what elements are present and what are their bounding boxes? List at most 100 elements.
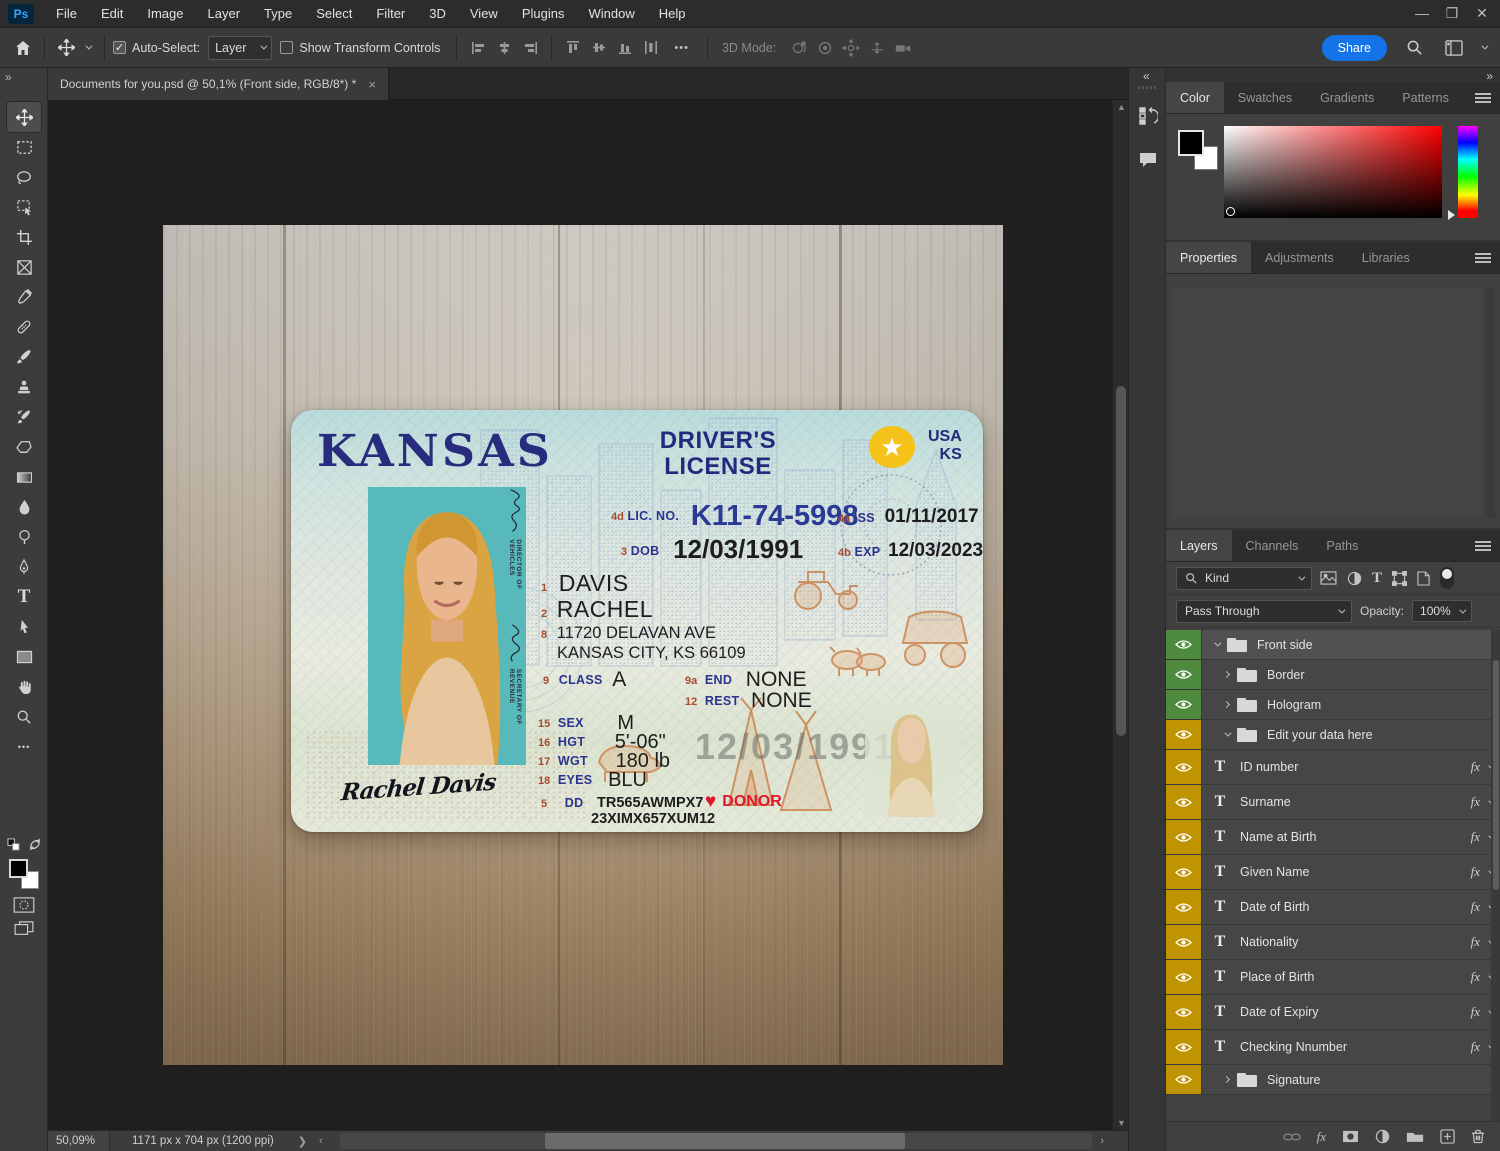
history-brush-tool[interactable] <box>7 402 41 432</box>
layer-row-place-of-birth[interactable]: T Place of Birth fx <box>1166 960 1500 995</box>
filter-adjustment-layers-icon[interactable] <box>1347 571 1362 586</box>
crop-tool[interactable] <box>7 222 41 252</box>
canvas-horizontal-scrollbar[interactable] <box>340 1133 1092 1149</box>
comments-panel-icon[interactable] <box>1129 143 1166 177</box>
expand-group-icon[interactable] <box>1222 1075 1231 1084</box>
rectangle-tool[interactable] <box>7 642 41 672</box>
eyedropper-tool[interactable] <box>7 282 41 312</box>
move-tool-icon[interactable] <box>53 35 79 61</box>
layer-effects-label[interactable]: fx <box>1471 969 1480 985</box>
dodge-tool[interactable] <box>7 522 41 552</box>
lasso-tool[interactable] <box>7 162 41 192</box>
visibility-toggle[interactable] <box>1166 995 1202 1029</box>
move-tool[interactable] <box>6 101 42 133</box>
filter-type-layers-icon[interactable]: T <box>1372 570 1382 587</box>
layer-row-checking-number[interactable]: T Checking Nnumber fx <box>1166 1030 1500 1065</box>
document-tab[interactable]: Documents for you.psd @ 50,1% (Front sid… <box>48 68 389 100</box>
menu-3d[interactable]: 3D <box>417 0 458 28</box>
scroll-down-icon[interactable]: ▼ <box>1117 1118 1126 1128</box>
layer-row-hologram[interactable]: Hologram <box>1166 690 1500 720</box>
menu-plugins[interactable]: Plugins <box>510 0 577 28</box>
history-panel-icon[interactable] <box>1129 99 1166 133</box>
home-icon[interactable] <box>10 35 36 61</box>
add-layer-style-icon[interactable]: fx <box>1317 1129 1326 1145</box>
visibility-toggle[interactable] <box>1166 660 1202 689</box>
layer-row-front-side[interactable]: Front side <box>1166 630 1500 660</box>
color-panel-menu-icon[interactable] <box>1475 96 1491 99</box>
search-icon[interactable] <box>1401 35 1427 61</box>
eraser-tool[interactable] <box>7 432 41 462</box>
layers-scrollbar[interactable] <box>1491 630 1500 1121</box>
color-picker-handle[interactable] <box>1226 207 1235 216</box>
filter-pixel-layers-icon[interactable] <box>1320 571 1337 585</box>
object-selection-tool[interactable] <box>7 192 41 222</box>
layer-effects-label[interactable]: fx <box>1471 934 1480 950</box>
new-adjustment-layer-icon[interactable] <box>1375 1129 1390 1144</box>
visibility-toggle[interactable] <box>1166 820 1202 854</box>
align-horizontal-centers-icon[interactable] <box>491 35 517 61</box>
scroll-up-icon[interactable]: ▲ <box>1117 102 1126 112</box>
workspace-switcher-icon[interactable] <box>1441 35 1467 61</box>
path-selection-tool[interactable] <box>7 612 41 642</box>
pen-tool[interactable] <box>7 552 41 582</box>
horizontal-scroll-thumb[interactable] <box>545 1133 905 1149</box>
tab-paths[interactable]: Paths <box>1312 530 1372 561</box>
layer-effects-label[interactable]: fx <box>1471 794 1480 810</box>
blend-mode-dropdown[interactable]: Pass Through <box>1176 599 1352 623</box>
screen-mode-icon[interactable] <box>14 921 34 937</box>
align-bottom-edges-icon[interactable] <box>612 35 638 61</box>
add-layer-mask-icon[interactable] <box>1342 1130 1359 1143</box>
layer-row-date-of-birth[interactable]: T Date of Birth fx <box>1166 890 1500 925</box>
distribute-horizontal-icon[interactable] <box>638 35 664 61</box>
tab-patterns[interactable]: Patterns <box>1388 82 1463 113</box>
foreground-background-swatches[interactable] <box>9 859 39 889</box>
show-transform-checkbox[interactable] <box>280 41 294 54</box>
marquee-tool[interactable] <box>7 132 41 162</box>
hue-slider[interactable] <box>1458 126 1478 218</box>
workspace-chevron-icon[interactable] <box>1481 42 1489 50</box>
layer-row-signature[interactable]: Signature <box>1166 1065 1500 1095</box>
layer-row-nationality[interactable]: T Nationality fx <box>1166 925 1500 960</box>
visibility-toggle[interactable] <box>1166 785 1202 819</box>
layer-row-surname[interactable]: T Surname fx <box>1166 785 1500 820</box>
menu-help[interactable]: Help <box>647 0 698 28</box>
align-vertical-centers-icon[interactable] <box>586 35 612 61</box>
color-panel-swatches[interactable] <box>1178 130 1218 170</box>
collapse-group-icon[interactable] <box>1224 729 1232 737</box>
tab-swatches[interactable]: Swatches <box>1224 82 1306 113</box>
menu-view[interactable]: View <box>458 0 510 28</box>
scroll-left-icon[interactable]: ‹ <box>319 1135 323 1147</box>
visibility-toggle[interactable] <box>1166 690 1202 719</box>
layer-effects-label[interactable]: fx <box>1471 1039 1480 1055</box>
visibility-toggle[interactable] <box>1166 1030 1202 1064</box>
align-top-edges-icon[interactable] <box>560 35 586 61</box>
align-right-edges-icon[interactable] <box>517 35 543 61</box>
edit-toolbar-icon[interactable]: ••• <box>7 732 41 762</box>
menu-select[interactable]: Select <box>304 0 364 28</box>
type-tool[interactable]: T <box>7 582 41 612</box>
layer-row-id-number[interactable]: T ID number fx <box>1166 750 1500 785</box>
tab-layers[interactable]: Layers <box>1166 530 1232 561</box>
layers-scroll-thumb[interactable] <box>1493 660 1499 890</box>
align-left-edges-icon[interactable] <box>465 35 491 61</box>
canvas-vertical-scrollbar[interactable]: ▲ ▼ <box>1112 100 1128 1130</box>
layer-effects-label[interactable]: fx <box>1471 829 1480 845</box>
properties-scrollbar[interactable] <box>1487 288 1495 518</box>
visibility-toggle[interactable] <box>1166 890 1202 924</box>
layer-effects-label[interactable]: fx <box>1471 864 1480 880</box>
menu-edit[interactable]: Edit <box>89 0 135 28</box>
layer-effects-label[interactable]: fx <box>1471 759 1480 775</box>
menu-type[interactable]: Type <box>252 0 304 28</box>
link-layers-icon[interactable] <box>1282 1132 1301 1142</box>
menu-window[interactable]: Window <box>576 0 646 28</box>
visibility-toggle[interactable] <box>1166 630 1202 659</box>
saturation-brightness-field[interactable] <box>1224 126 1442 218</box>
status-expand-icon[interactable]: ❯ <box>298 1135 307 1148</box>
panel-grip[interactable] <box>1138 86 1156 89</box>
close-window-button[interactable]: ✕ <box>1474 5 1490 22</box>
collapse-panels-icon[interactable]: « <box>1143 69 1150 83</box>
layer-filter-dropdown[interactable]: Kind <box>1176 566 1312 590</box>
frame-tool[interactable] <box>7 252 41 282</box>
tab-color[interactable]: Color <box>1166 82 1224 113</box>
filter-shape-layers-icon[interactable] <box>1392 570 1408 586</box>
